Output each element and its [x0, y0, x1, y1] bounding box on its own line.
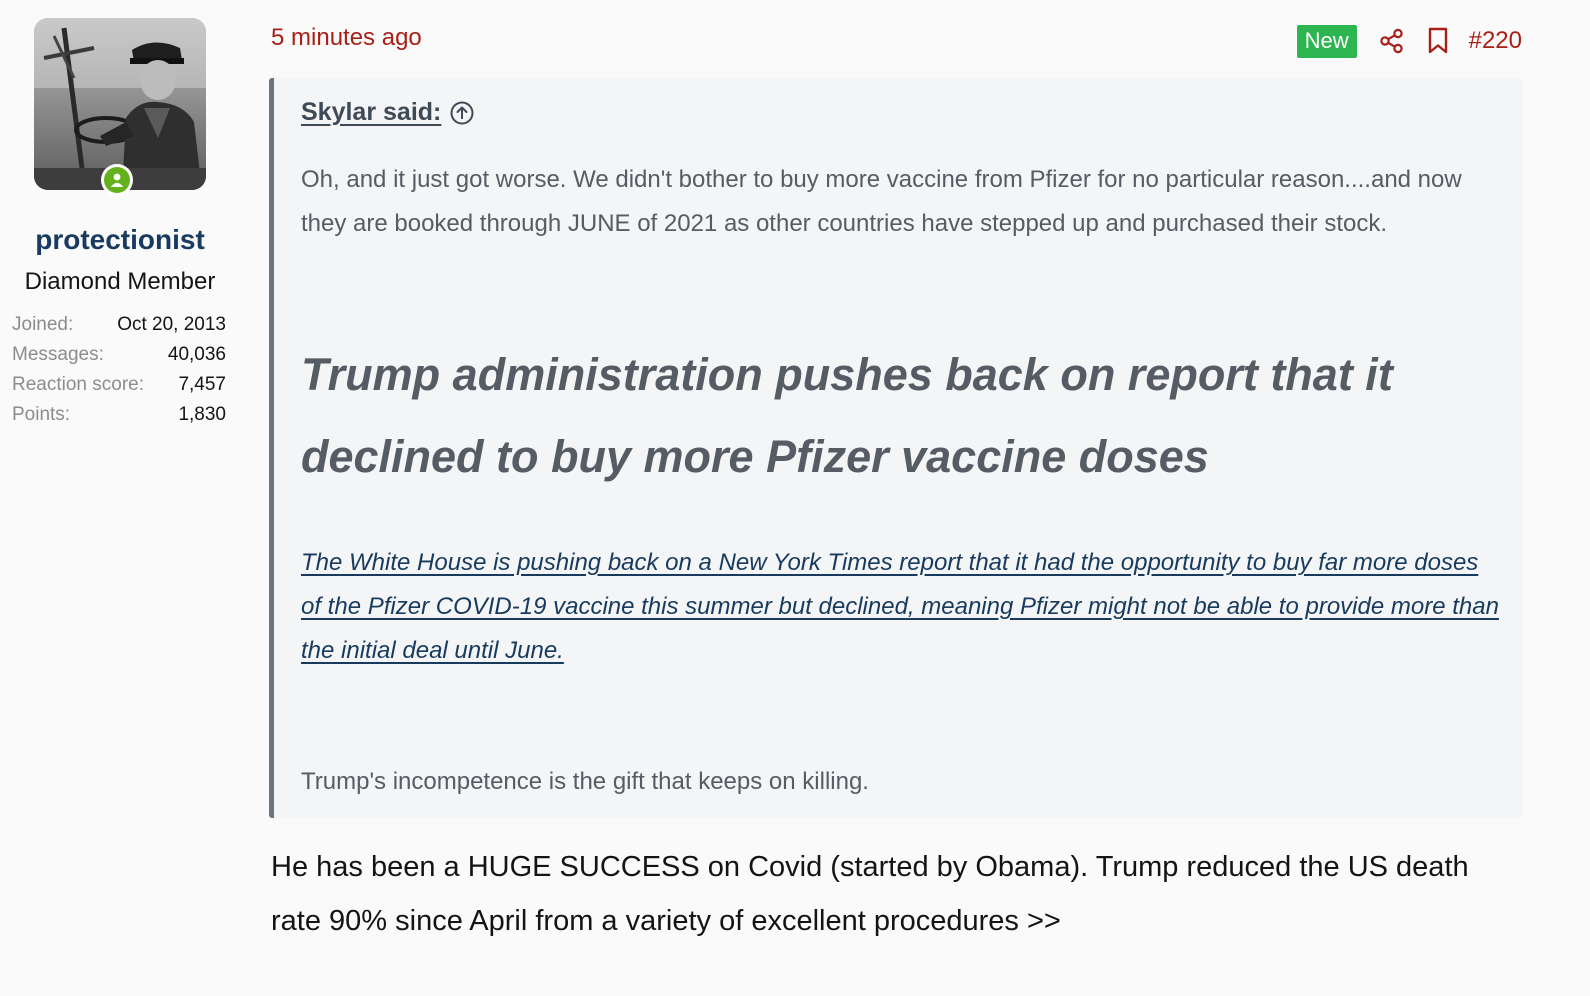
- quote-headline: Trump administration pushes back on repo…: [301, 349, 1393, 482]
- user-online-icon: [104, 167, 130, 193]
- quote-block: Skylar said: Oh, and it just got worse. …: [269, 78, 1523, 818]
- user-title: Diamond Member: [24, 268, 216, 295]
- stat-points: Points: 1,830: [12, 400, 226, 430]
- stat-messages: Messages: 40,036: [12, 340, 226, 370]
- post-number-link[interactable]: #220: [1469, 27, 1522, 55]
- stat-label: Reaction score:: [12, 374, 145, 395]
- stat-reaction-score: Reaction score: 7,457: [12, 370, 226, 400]
- online-status-badge: [101, 164, 133, 196]
- stat-label: Joined:: [12, 314, 74, 335]
- quote-article-link[interactable]: The White House is pushing back on a New…: [301, 541, 1501, 673]
- share-icon[interactable]: [1379, 28, 1405, 54]
- post-timestamp-link[interactable]: 5 minutes ago: [271, 24, 422, 52]
- avatar-container: [34, 18, 206, 196]
- stat-joined: Joined: Oct 20, 2013: [12, 310, 226, 340]
- post-actions: New #220: [1296, 24, 1522, 58]
- stat-label: Points:: [12, 404, 71, 425]
- stat-value[interactable]: 1,830: [178, 400, 226, 430]
- bookmark-icon[interactable]: [1427, 27, 1449, 55]
- quote-paragraph: Oh, and it just got worse. We didn't bot…: [301, 166, 1462, 237]
- stat-value: 7,457: [178, 374, 226, 395]
- quote-attribution: Skylar said:: [301, 98, 475, 127]
- circle-arrow-up-icon[interactable]: [449, 100, 475, 126]
- quote-author-link[interactable]: Skylar said:: [301, 98, 441, 127]
- stat-value: Oct 20, 2013: [117, 314, 226, 335]
- post-body-text: He has been a HUGE SUCCESS on Covid (sta…: [271, 851, 1469, 937]
- username[interactable]: protectionist: [0, 224, 240, 256]
- quote-paragraph: Trump's incompetence is the gift that ke…: [301, 768, 869, 795]
- new-badge: New: [1296, 24, 1357, 58]
- stat-value[interactable]: 40,036: [168, 340, 226, 370]
- stat-label: Messages:: [12, 344, 104, 365]
- user-stats: Joined: Oct 20, 2013 Messages: 40,036 Re…: [12, 310, 226, 430]
